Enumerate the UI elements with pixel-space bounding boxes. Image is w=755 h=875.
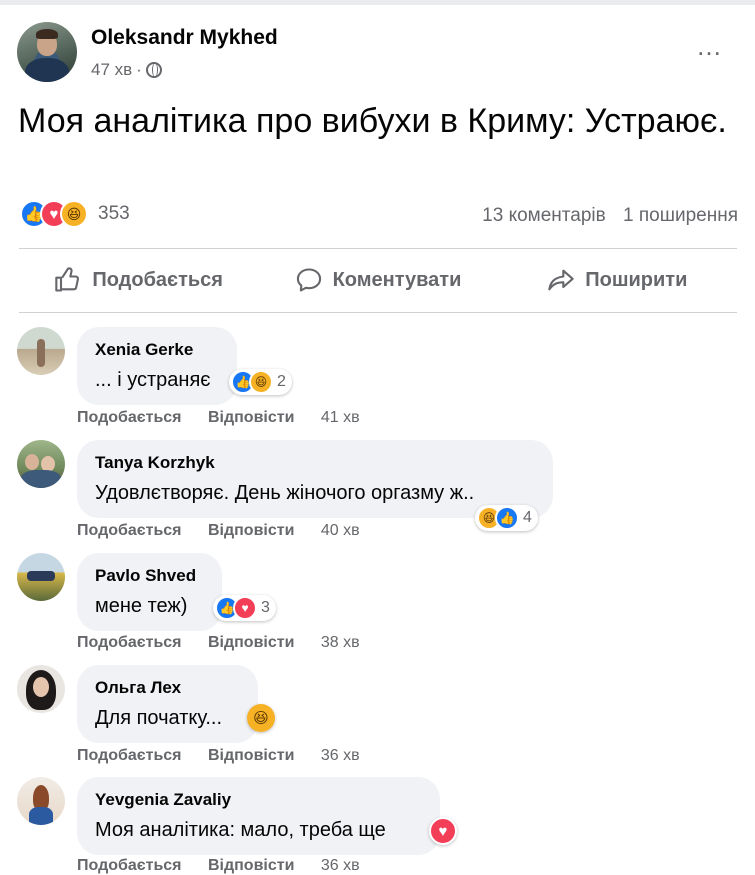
comment-actions: Подобається Відповісти 36 хв bbox=[77, 857, 360, 875]
comment-time[interactable]: 40 хв bbox=[321, 522, 360, 539]
post-time[interactable]: 47 хв bbox=[91, 60, 132, 80]
comment-like-link[interactable]: Подобається bbox=[77, 522, 182, 539]
love-icon[interactable]: ♥ bbox=[429, 817, 457, 845]
author-name[interactable]: Oleksandr Mykhed bbox=[91, 26, 278, 50]
comment-time[interactable]: 38 хв bbox=[321, 634, 360, 651]
haha-icon[interactable]: 😆 bbox=[247, 704, 275, 732]
comment-like-link[interactable]: Подобається bbox=[77, 747, 182, 764]
comments-count[interactable]: 13 коментарів bbox=[482, 205, 606, 226]
share-label: Поширити bbox=[585, 268, 688, 291]
comment-reactions[interactable]: 👍 😆 2 bbox=[229, 369, 292, 395]
shares-count[interactable]: 1 поширення bbox=[623, 205, 738, 226]
comment-bubble: Yevgenia Zavaliy Моя аналітика: мало, тр… bbox=[77, 777, 440, 855]
post-stats: 13 коментарів 1 поширення bbox=[482, 205, 738, 227]
comment-reaction-count: 4 bbox=[523, 509, 532, 526]
commenter-name[interactable]: Ольга Лех bbox=[95, 677, 240, 699]
comment-actions: Подобається Відповісти 38 хв bbox=[77, 634, 360, 652]
comment-reply-link[interactable]: Відповісти bbox=[208, 522, 294, 539]
like-icon: 👍 bbox=[495, 506, 519, 530]
top-bar bbox=[0, 0, 755, 5]
author-avatar[interactable] bbox=[17, 22, 77, 82]
globe-icon bbox=[145, 62, 162, 78]
action-bar: Подобається Коментувати Поширити bbox=[19, 258, 737, 302]
comment-bubble: Pavlo Shved мене теж) bbox=[77, 553, 222, 631]
comment-reaction-count: 3 bbox=[261, 599, 270, 616]
comment-reactions[interactable]: 😆 👍 4 bbox=[475, 505, 538, 531]
comment-reply-link[interactable]: Відповісти bbox=[208, 747, 294, 764]
comment-text: ... і устраняє bbox=[95, 369, 211, 391]
comment-bubble: Xenia Gerke ... і устраняє bbox=[77, 327, 237, 405]
comment-bubble: Ольга Лех Для початку... bbox=[77, 665, 258, 743]
commenter-name[interactable]: Xenia Gerke bbox=[95, 339, 219, 361]
like-label: Подобається bbox=[92, 268, 223, 291]
comment-icon bbox=[296, 268, 321, 292]
love-icon: ♥ bbox=[233, 596, 257, 620]
commenter-avatar[interactable] bbox=[17, 440, 65, 488]
comment-reaction-count: 2 bbox=[277, 373, 286, 390]
comment-button[interactable]: Коментувати bbox=[258, 258, 497, 302]
commenter-name[interactable]: Pavlo Shved bbox=[95, 565, 204, 587]
haha-icon: 😆 bbox=[60, 200, 88, 228]
comment-reply-link[interactable]: Відповісти bbox=[208, 409, 294, 426]
comment-like-link[interactable]: Подобається bbox=[77, 409, 182, 426]
comment-text: Удовлєтворяє. День жіночого оргазму ж.. bbox=[95, 482, 475, 504]
post-meta: 47 хв · bbox=[91, 60, 162, 80]
divider bbox=[19, 312, 737, 313]
comment-text: мене теж) bbox=[95, 595, 188, 617]
commenter-name[interactable]: Yevgenia Zavaliy bbox=[95, 789, 422, 811]
commenter-avatar[interactable] bbox=[17, 553, 65, 601]
comment-time[interactable]: 36 хв bbox=[321, 747, 360, 764]
commenter-avatar[interactable] bbox=[17, 777, 65, 825]
comment-label: Коментувати bbox=[332, 268, 462, 291]
commenter-name[interactable]: Tanya Korzhyk bbox=[95, 452, 535, 474]
more-options-icon[interactable]: … bbox=[696, 33, 723, 59]
comment-text: Моя аналітика: мало, треба ще bbox=[95, 819, 386, 841]
post-text: Моя аналітика про вибухи в Криму: Устраю… bbox=[18, 102, 727, 140]
meta-separator: · bbox=[136, 60, 142, 79]
comment-like-link[interactable]: Подобається bbox=[77, 634, 182, 651]
comment-reactions[interactable]: 👍 ♥ 3 bbox=[213, 595, 276, 621]
comment-actions: Подобається Відповісти 41 хв bbox=[77, 409, 360, 427]
reaction-count: 353 bbox=[98, 203, 130, 224]
comment-actions: Подобається Відповісти 40 хв bbox=[77, 522, 360, 540]
share-button[interactable]: Поширити bbox=[498, 258, 737, 302]
reactions-summary[interactable]: 👍 ♥ 😆 353 bbox=[20, 200, 130, 228]
divider bbox=[19, 248, 737, 249]
comment-time[interactable]: 41 хв bbox=[321, 409, 360, 426]
comment-actions: Подобається Відповісти 36 хв bbox=[77, 747, 360, 765]
like-button[interactable]: Подобається bbox=[19, 258, 258, 302]
commenter-avatar[interactable] bbox=[17, 327, 65, 375]
commenter-avatar[interactable] bbox=[17, 665, 65, 713]
comment-text: Для початку... bbox=[95, 707, 223, 729]
thumbs-up-icon bbox=[55, 267, 80, 292]
haha-icon: 😆 bbox=[249, 370, 273, 394]
comment-reply-link[interactable]: Відповісти bbox=[208, 634, 294, 651]
share-icon bbox=[548, 269, 574, 291]
